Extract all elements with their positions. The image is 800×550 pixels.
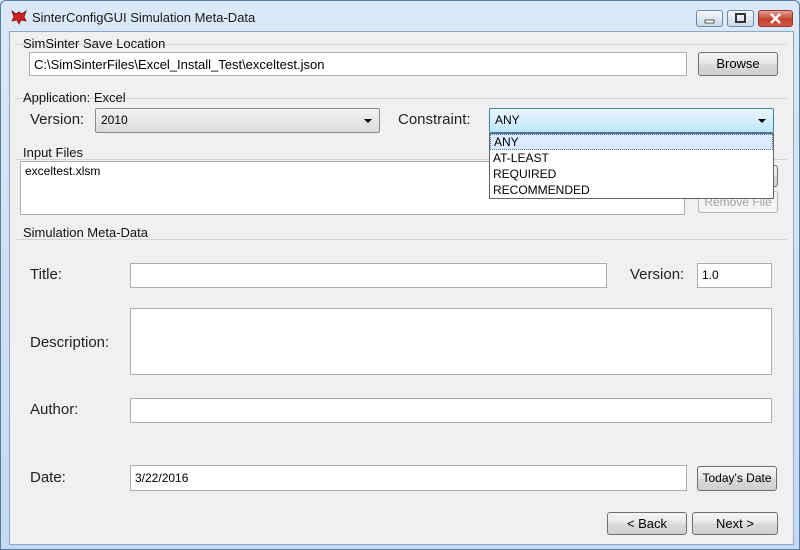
maximize-icon bbox=[728, 11, 753, 26]
constraint-option-any[interactable]: ANY bbox=[490, 134, 773, 150]
meta-version-field[interactable]: 1.0 bbox=[697, 263, 772, 288]
app-version-select[interactable]: 2010 bbox=[95, 108, 380, 133]
window-title: SinterConfigGUI Simulation Meta-Data bbox=[32, 10, 256, 25]
constraint-value: ANY bbox=[495, 113, 520, 127]
meta-date-label: Date: bbox=[30, 469, 66, 486]
app-version-label: Version: bbox=[30, 111, 85, 128]
app-version-value: 2010 bbox=[101, 113, 128, 127]
meta-description-field[interactable] bbox=[130, 308, 772, 375]
next-button[interactable]: Next > bbox=[692, 512, 778, 535]
meta-description-label: Description: bbox=[30, 334, 110, 351]
constraint-option-recommended[interactable]: RECOMMENDED bbox=[490, 182, 773, 198]
maximize-button[interactable] bbox=[727, 10, 754, 27]
constraint-option-at-least[interactable]: AT-LEAST bbox=[490, 150, 773, 166]
constraint-option-required[interactable]: REQUIRED bbox=[490, 166, 773, 182]
meta-version-label: Version: bbox=[630, 266, 685, 283]
close-button[interactable] bbox=[758, 10, 793, 27]
chevron-down-icon bbox=[758, 119, 766, 123]
todays-date-button[interactable]: Today's Date bbox=[697, 466, 777, 491]
save-location-group-label: SimSinter Save Location bbox=[23, 36, 166, 51]
title-bar[interactable]: SinterConfigGUI Simulation Meta-Data bbox=[1, 1, 799, 31]
meta-title-field[interactable] bbox=[130, 263, 607, 288]
save-location-path-field[interactable]: C:\SimSinterFiles\Excel_Install_Test\exc… bbox=[29, 52, 687, 76]
app-window: SinterConfigGUI Simulation Meta-Data Sim… bbox=[0, 0, 800, 550]
application-group-label: Application: Excel bbox=[23, 90, 126, 105]
fox-logo-icon bbox=[11, 9, 27, 25]
minimize-icon bbox=[697, 11, 722, 26]
browse-button[interactable]: Browse bbox=[698, 52, 778, 76]
input-files-group-label: Input Files bbox=[23, 145, 83, 160]
close-icon bbox=[759, 11, 792, 26]
meta-title-label: Title: bbox=[30, 266, 62, 283]
chevron-down-icon bbox=[364, 119, 372, 123]
constraint-select[interactable]: ANY bbox=[489, 108, 774, 133]
constraint-dropdown-list[interactable]: ANY AT-LEAST REQUIRED RECOMMENDED bbox=[489, 133, 774, 199]
dialog-client-area: SimSinter Save Location C:\SimSinterFile… bbox=[9, 31, 794, 545]
meta-author-field[interactable] bbox=[130, 398, 772, 423]
meta-author-label: Author: bbox=[30, 401, 79, 418]
constraint-label: Constraint: bbox=[398, 111, 471, 128]
meta-date-field[interactable]: 3/22/2016 bbox=[130, 465, 687, 491]
metadata-group-label: Simulation Meta-Data bbox=[23, 225, 148, 240]
minimize-button[interactable] bbox=[696, 10, 723, 27]
back-button[interactable]: < Back bbox=[607, 512, 687, 535]
